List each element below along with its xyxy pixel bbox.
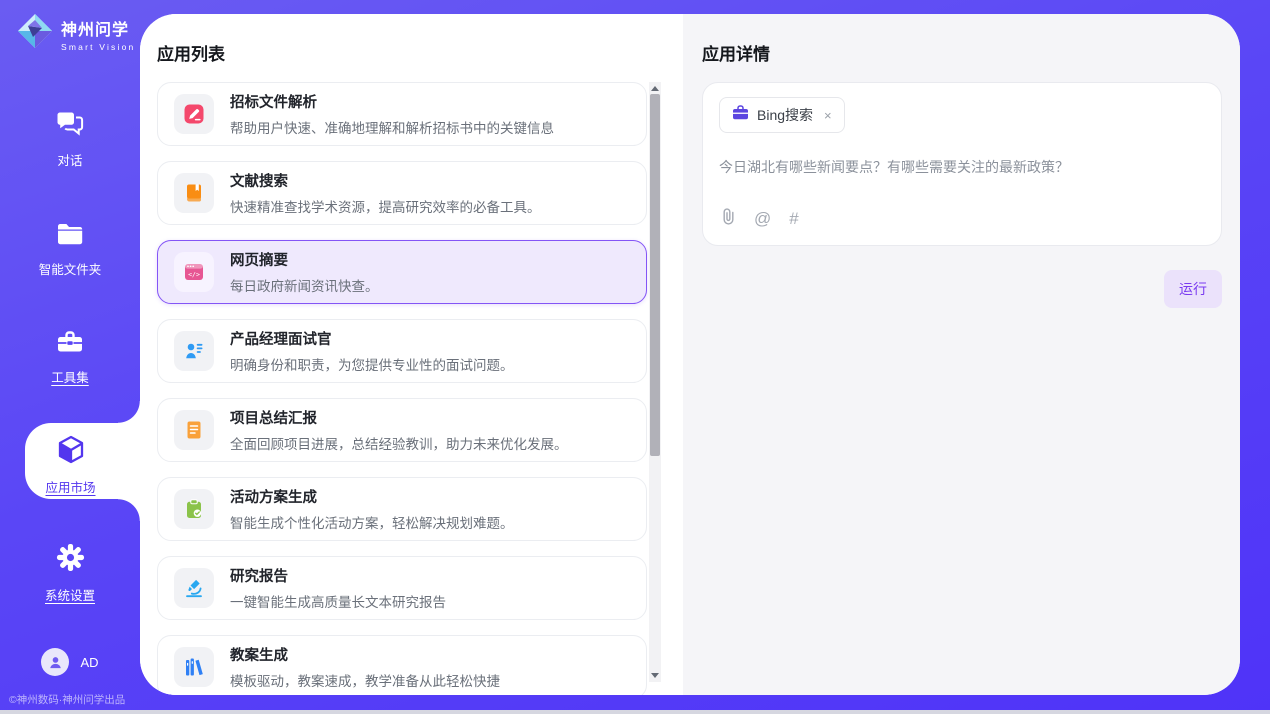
app-card-description: 快速精准查找学术资源，提高研究效率的必备工具。 — [230, 196, 541, 216]
sidebar-item-settings[interactable]: 系统设置 — [0, 543, 140, 604]
report-doc-icon — [174, 410, 214, 450]
interviewer-icon — [174, 331, 214, 371]
app-list-panel: 应用列表 招标文件解析 帮助用户快速、准确地理解和解析招标书中的关键信息 — [140, 14, 683, 695]
hash-icon[interactable]: # — [789, 209, 798, 229]
app-card-description: 一键智能生成高质量长文本研究报告 — [230, 591, 446, 611]
run-button[interactable]: 运行 — [1164, 270, 1222, 308]
clipboard-check-icon — [174, 489, 214, 529]
sidebar-item-label: 系统设置 — [45, 585, 95, 604]
brand-logo: 神州问学 Smart Vision — [16, 12, 135, 55]
app-card[interactable]: 产品经理面试官 明确身份和职责，为您提供专业性的面试问题。 — [157, 319, 647, 383]
books-icon — [174, 647, 214, 687]
brand-name: 神州问学 — [61, 16, 135, 40]
sidebar-item-label: 对话 — [57, 150, 82, 169]
app-card-title: 活动方案生成 — [230, 486, 514, 507]
app-list-title: 应用列表 — [157, 40, 225, 65]
app-card-title: 招标文件解析 — [230, 91, 554, 112]
prompt-text[interactable]: 今日湖北有哪些新闻要点？有哪些需要关注的最新政策？ — [719, 157, 1205, 177]
app-detail-title: 应用详情 — [702, 40, 770, 65]
briefcase-icon — [732, 105, 749, 125]
tool-chip-bing-search[interactable]: Bing搜索 × — [719, 97, 845, 133]
app-card-title: 网页摘要 — [230, 249, 379, 270]
app-card-title: 文献搜索 — [230, 170, 541, 191]
user-account[interactable]: AD — [0, 648, 140, 676]
gear-icon — [56, 543, 85, 577]
app-screen: 神州问学 Smart Vision 对话 智能文件夹 — [0, 0, 1270, 714]
sidebar-item-toolset[interactable]: 工具集 — [0, 329, 140, 386]
app-card[interactable]: 研究报告 一键智能生成高质量长文本研究报告 — [157, 556, 647, 620]
cube-icon — [54, 433, 88, 472]
sidebar-item-smart-folder[interactable]: 智能文件夹 — [0, 222, 140, 278]
close-icon[interactable]: × — [824, 108, 832, 123]
scrollbar-thumb[interactable] — [650, 94, 660, 456]
app-card-description: 明确身份和职责，为您提供专业性的面试问题。 — [230, 354, 514, 374]
composer-toolbar: @ # — [721, 207, 799, 231]
paperclip-icon[interactable] — [721, 207, 736, 231]
sidebar-item-label: 智能文件夹 — [39, 259, 102, 278]
tool-chip-label: Bing搜索 — [757, 105, 813, 125]
folder-icon — [56, 222, 84, 251]
sidebar: 神州问学 Smart Vision 对话 智能文件夹 — [0, 0, 140, 714]
scroll-down-arrow-icon[interactable] — [651, 673, 659, 678]
brand-subtitle: Smart Vision — [61, 42, 135, 52]
app-card[interactable]: </> 网页摘要 每日政府新闻资讯快查。 — [157, 240, 647, 304]
chat-icon — [55, 110, 85, 142]
app-card-description: 模板驱动，教案速成，教学准备从此轻松快捷 — [230, 670, 500, 690]
scroll-up-arrow-icon[interactable] — [651, 86, 659, 91]
user-name: AD — [80, 655, 98, 670]
app-detail-panel: 应用详情 Bing搜索 × 今日湖北有哪些新闻要点？有哪些需要关注的最新政策？ — [683, 14, 1240, 695]
book-icon — [174, 173, 214, 213]
app-card-description: 帮助用户快速、准确地理解和解析招标书中的关键信息 — [230, 117, 554, 137]
list-scrollbar[interactable] — [649, 82, 661, 682]
app-card[interactable]: 活动方案生成 智能生成个性化活动方案，轻松解决规划难题。 — [157, 477, 647, 541]
app-card[interactable]: 项目总结汇报 全面回顾项目进展，总结经验教训，助力未来优化发展。 — [157, 398, 647, 462]
app-card[interactable]: 招标文件解析 帮助用户快速、准确地理解和解析招标书中的关键信息 — [157, 82, 647, 146]
sidebar-item-label: 应用市场 — [45, 477, 95, 496]
diamond-logo-icon — [16, 12, 54, 55]
app-card-title: 教案生成 — [230, 644, 500, 665]
at-icon[interactable]: @ — [754, 209, 771, 229]
browser-icon: </> — [174, 252, 214, 292]
app-card-description: 全面回顾项目进展，总结经验教训，助力未来优化发展。 — [230, 433, 568, 453]
app-card-title: 产品经理面试官 — [230, 328, 514, 349]
sidebar-item-label: 工具集 — [51, 367, 89, 386]
app-card-description: 每日政府新闻资讯快查。 — [230, 275, 379, 295]
main-panel: 应用列表 招标文件解析 帮助用户快速、准确地理解和解析招标书中的关键信息 — [140, 14, 1240, 695]
app-card-title: 研究报告 — [230, 565, 446, 586]
app-card-title: 项目总结汇报 — [230, 407, 568, 428]
app-card[interactable]: 文献搜索 快速精准查找学术资源，提高研究效率的必备工具。 — [157, 161, 647, 225]
bottom-edge-strip — [0, 710, 1270, 714]
svg-text:</>: </> — [188, 271, 200, 279]
sidebar-item-chat[interactable]: 对话 — [0, 110, 140, 169]
copyright-text: ©神州数码·神州问学出品 — [9, 692, 125, 707]
app-card-description: 智能生成个性化活动方案，轻松解决规划难题。 — [230, 512, 514, 532]
app-card[interactable]: 教案生成 模板驱动，教案速成，教学准备从此轻松快捷 — [157, 635, 647, 695]
microscope-icon — [174, 568, 214, 608]
pen-square-icon — [174, 94, 214, 134]
toolbox-icon — [56, 329, 84, 359]
prompt-card[interactable]: Bing搜索 × 今日湖北有哪些新闻要点？有哪些需要关注的最新政策？ @ # — [702, 82, 1222, 246]
avatar — [41, 648, 69, 676]
app-card-list: 招标文件解析 帮助用户快速、准确地理解和解析招标书中的关键信息 文献搜索 快速精… — [157, 82, 647, 695]
sidebar-item-app-market[interactable]: 应用市场 — [25, 423, 140, 499]
